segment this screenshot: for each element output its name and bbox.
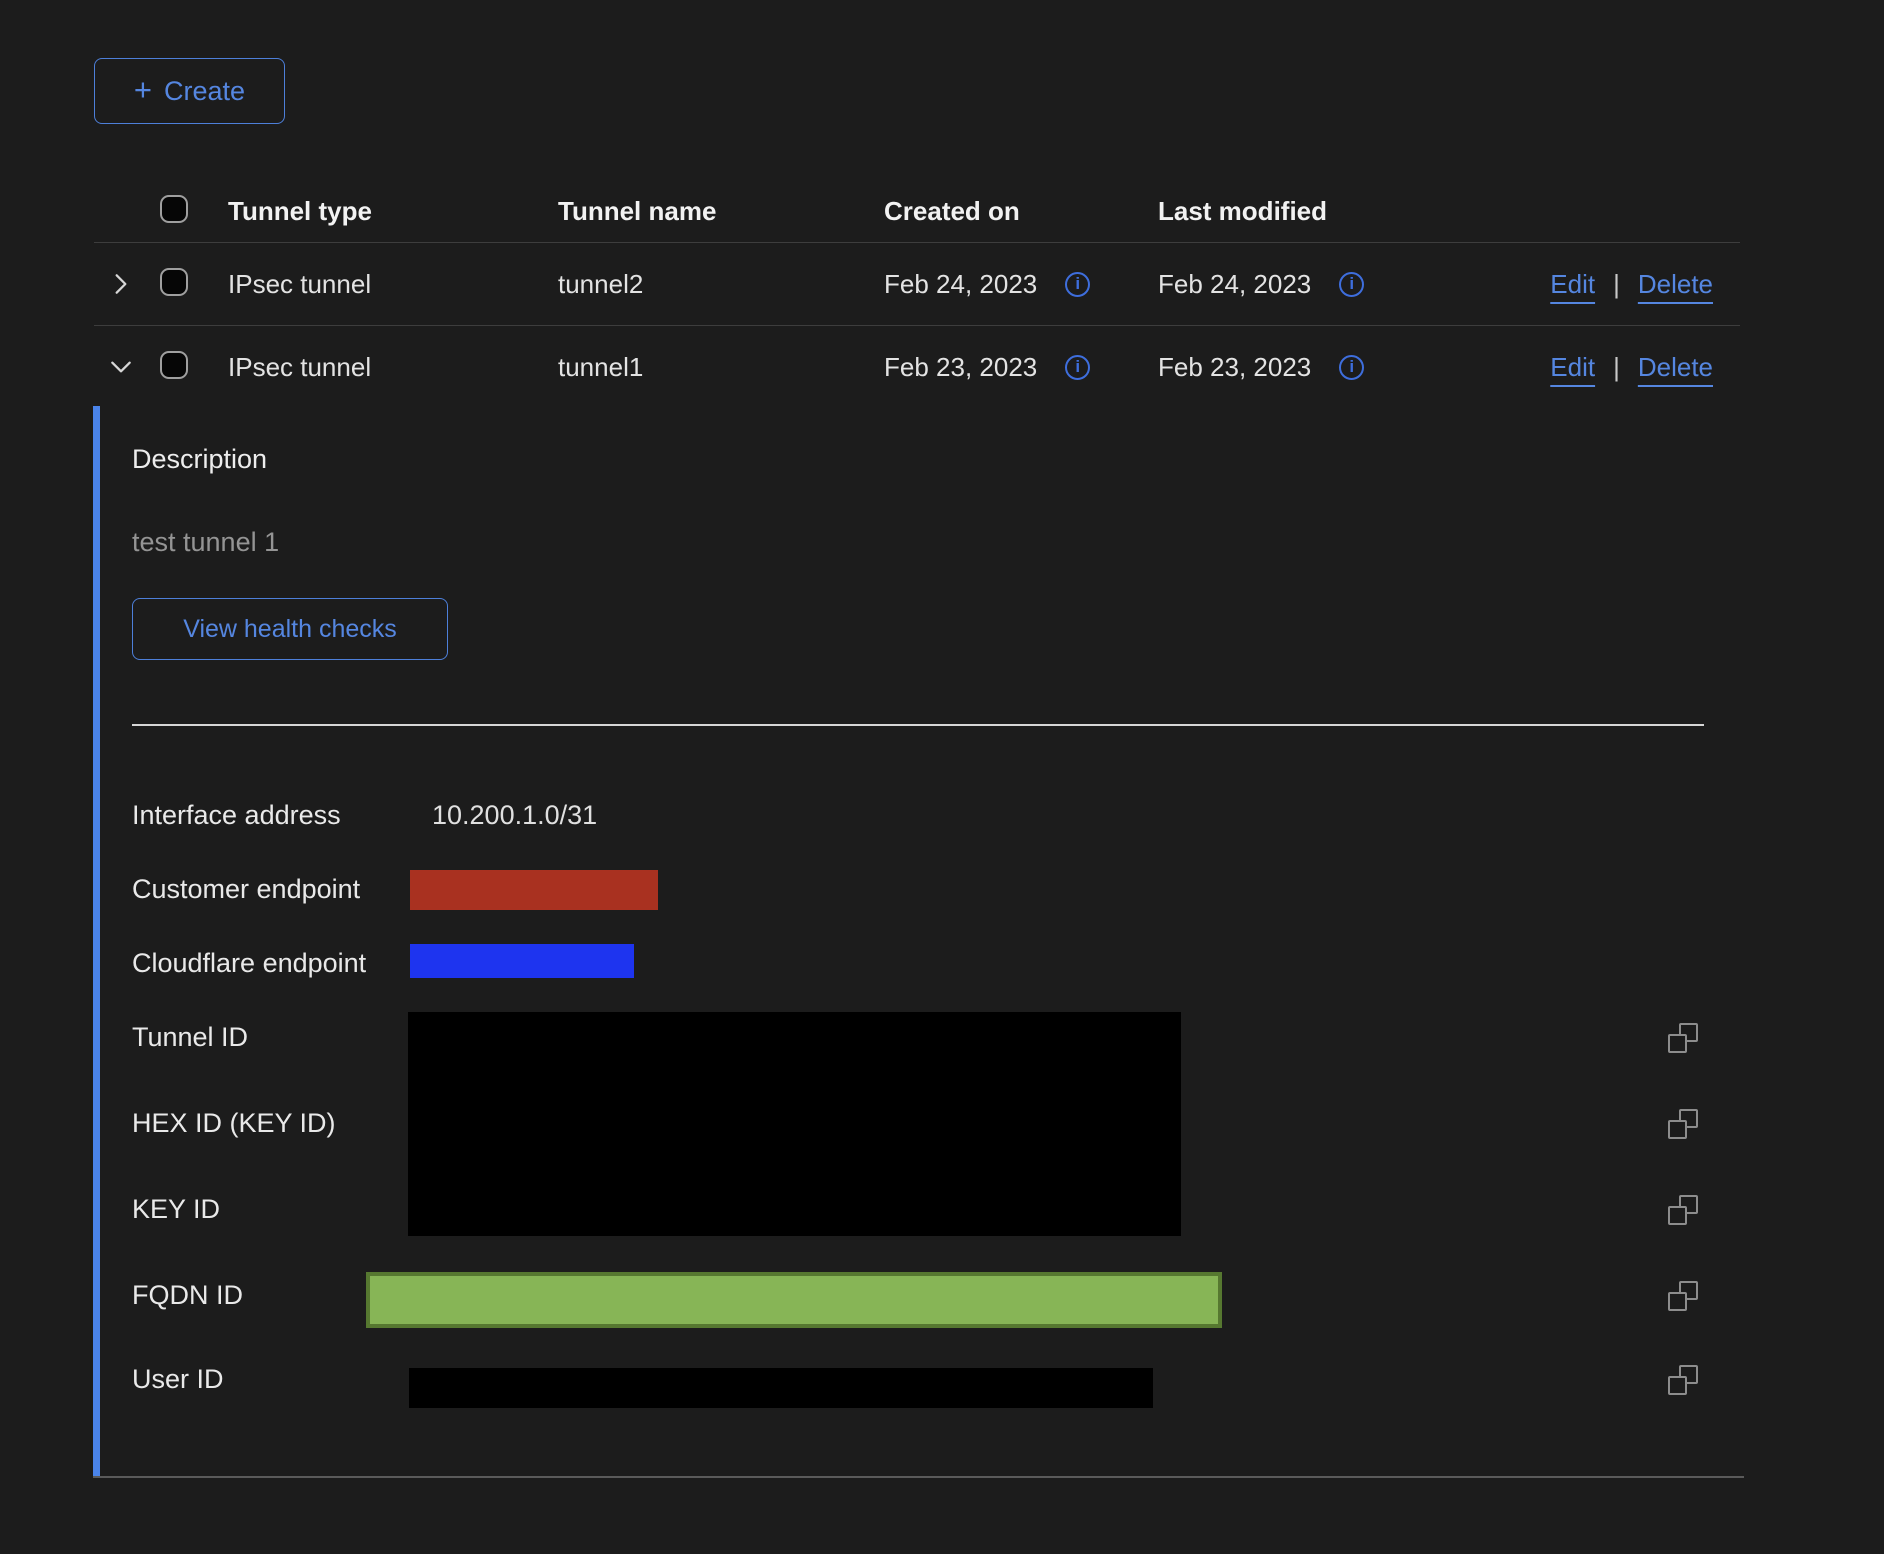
last-modified-cell: Feb 23, 2023 i [1158,352,1540,383]
header-tunnel-type: Tunnel type [228,196,558,227]
tunnel-type-cell: IPsec tunnel [228,269,558,300]
last-modified-value: Feb 24, 2023 [1158,269,1311,300]
tunnels-table: Tunnel type Tunnel name Created on Last … [94,180,1740,408]
created-on-cell: Feb 23, 2023 i [884,352,1158,383]
info-icon[interactable]: i [1065,272,1090,297]
copy-fqdn-id-button[interactable] [1668,1281,1698,1311]
field-label-interface-address: Interface address [132,799,341,831]
header-created-on: Created on [884,196,1158,227]
edit-link[interactable]: Edit [1550,352,1595,383]
delete-link[interactable]: Delete [1638,269,1713,300]
field-label-tunnel-id: Tunnel ID [132,1021,248,1053]
last-modified-cell: Feb 24, 2023 i [1158,269,1540,300]
tunnel-name-cell: tunnel1 [558,352,884,383]
row-checkbox[interactable] [160,268,188,296]
tunnel-name-cell: tunnel2 [558,269,884,300]
expanded-tunnel-details: Description test tunnel 1 View health ch… [93,406,1744,1478]
last-modified-value: Feb 23, 2023 [1158,352,1311,383]
description-label: Description [132,443,267,475]
table-row-tunnel1: IPsec tunnel tunnel1 Feb 23, 2023 i Feb … [94,326,1740,408]
field-label-fqdn-id: FQDN ID [132,1279,243,1311]
tunnel-type-cell: IPsec tunnel [228,352,558,383]
copy-icon [1668,1365,1698,1395]
chevron-right-icon [108,271,134,297]
field-label-cloudflare-endpoint: Cloudflare endpoint [132,947,366,979]
copy-icon [1668,1109,1698,1139]
copy-hex-id-button[interactable] [1668,1109,1698,1139]
field-label-key-id: KEY ID [132,1193,220,1225]
created-on-value: Feb 23, 2023 [884,352,1037,383]
field-label-user-id: User ID [132,1363,224,1395]
view-health-checks-button[interactable]: View health checks [132,598,448,660]
customer-endpoint-redaction [410,870,658,910]
copy-icon [1668,1023,1698,1053]
fqdn-id-redaction [366,1272,1222,1328]
header-checkbox-cell [160,195,228,228]
info-icon[interactable]: i [1065,355,1090,380]
action-separator: | [1613,269,1620,300]
info-icon[interactable]: i [1339,272,1364,297]
edit-link[interactable]: Edit [1550,269,1595,300]
created-on-cell: Feb 24, 2023 i [884,269,1158,300]
copy-icon [1668,1195,1698,1225]
create-button[interactable]: + Create [94,58,285,124]
expand-row-button[interactable] [106,269,136,299]
row-actions: Edit | Delete [1540,352,1740,383]
delete-link[interactable]: Delete [1638,352,1713,383]
table-row-tunnel2: IPsec tunnel tunnel2 Feb 24, 2023 i Feb … [94,243,1740,326]
action-separator: | [1613,352,1620,383]
expanded-row-indicator-bar [93,406,100,1476]
copy-tunnel-id-button[interactable] [1668,1023,1698,1053]
field-label-hex-id: HEX ID (KEY ID) [132,1107,336,1139]
table-header-row: Tunnel type Tunnel name Created on Last … [94,180,1740,243]
plus-icon: + [134,74,152,105]
select-all-checkbox[interactable] [160,195,188,223]
user-id-redaction [409,1368,1153,1408]
description-value: test tunnel 1 [132,526,279,558]
created-on-value: Feb 24, 2023 [884,269,1037,300]
copy-icon [1668,1281,1698,1311]
ipsec-tunnels-page: + Create Tunnel type Tunnel name Created… [0,0,1884,1554]
field-label-customer-endpoint: Customer endpoint [132,873,360,905]
create-button-label: Create [164,76,245,107]
tunnel-hex-key-id-redaction [408,1012,1181,1236]
chevron-down-icon [108,354,134,380]
copy-user-id-button[interactable] [1668,1365,1698,1395]
collapse-row-button[interactable] [106,352,136,382]
info-icon[interactable]: i [1339,355,1364,380]
row-checkbox[interactable] [160,351,188,379]
copy-key-id-button[interactable] [1668,1195,1698,1225]
header-tunnel-name: Tunnel name [558,196,884,227]
interface-address-value: 10.200.1.0/31 [432,799,597,831]
row-actions: Edit | Delete [1540,269,1740,300]
cloudflare-endpoint-redaction [410,944,634,978]
header-last-modified: Last modified [1158,196,1540,227]
section-divider [132,724,1704,726]
